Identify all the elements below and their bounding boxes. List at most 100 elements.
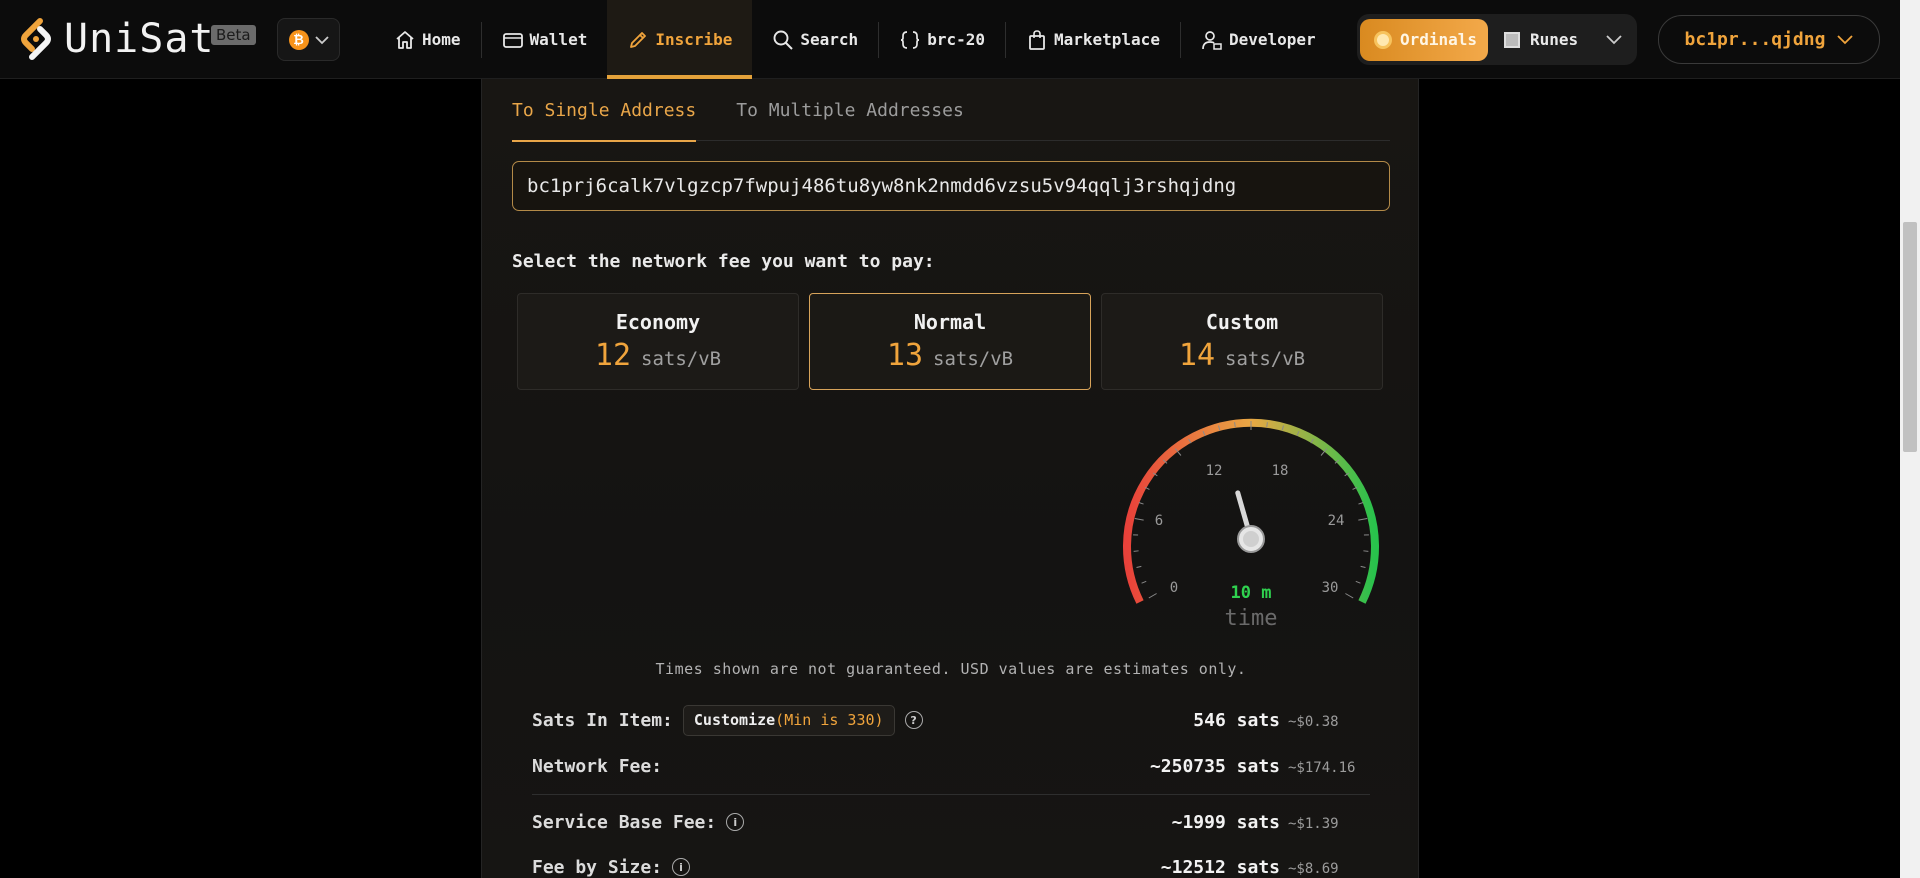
nav-home-label: Home <box>422 30 461 49</box>
fee-option-name: Normal <box>913 310 987 334</box>
nav-home[interactable]: Home <box>374 0 481 79</box>
search-icon <box>773 30 794 50</box>
tab-multiple-addresses[interactable]: To Multiple Addresses <box>736 79 964 141</box>
row-service-base-fee: Service Base Fee: i ~1999 sats ~$1.39 <box>532 805 1370 839</box>
fee-option-normal[interactable]: Normal 13 sats/vB <box>809 293 1091 390</box>
row-sats-in-item: Sats In Item: Customize (Min is 330) ? 5… <box>532 703 1370 737</box>
gauge-time-label: time <box>1225 606 1278 631</box>
runes-toggle-button[interactable]: Runes <box>1504 30 1578 49</box>
row-value: ~250735 sats ~$174.16 <box>1150 756 1370 777</box>
sats-in-item-value: 546 sats <box>1193 709 1280 731</box>
fee-by-size-label: Fee by Size: <box>532 856 663 878</box>
chevron-down-icon[interactable] <box>1606 34 1622 45</box>
gauge-tick-label: 30 <box>1322 580 1339 596</box>
logo-text: UniSat <box>64 16 215 62</box>
gauge-tick <box>1133 550 1139 552</box>
recipient-tabs: To Single Address To Multiple Addresses <box>512 79 1390 142</box>
fee-prompt: Select the network fee you want to pay: <box>512 251 935 272</box>
unisat-logo[interactable]: UniSat <box>18 16 215 62</box>
fee-rate-unit: sats/vB <box>1225 348 1306 370</box>
gauge-hub-inner <box>1243 531 1259 547</box>
fee-rate: 13 sats/vB <box>887 338 1013 373</box>
tab-single-address[interactable]: To Single Address <box>512 79 697 142</box>
info-icon[interactable]: i <box>672 858 691 876</box>
nav-developer[interactable]: Developer <box>1181 0 1336 79</box>
fee-rate-value: 14 <box>1178 338 1216 373</box>
sats-in-item-label: Sats In Item: <box>532 709 673 731</box>
nav-wallet-label: Wallet <box>529 30 588 49</box>
braces-icon <box>901 30 920 49</box>
inscribe-panel: To Single Address To Multiple Addresses … <box>481 79 1419 878</box>
fee-speed-gauge: 0 6 12 18 24 30 10 m time <box>1123 418 1379 631</box>
network-fee-value: ~250735 sats <box>1149 755 1280 777</box>
fee-rate: 14 sats/vB <box>1179 338 1305 373</box>
gauge-time-value: 10 m <box>1231 583 1272 603</box>
page-scrollbar[interactable] <box>1900 0 1920 878</box>
wallet-address-button[interactable]: bc1pr...qjdng <box>1658 15 1880 64</box>
fee-rate-value: 13 <box>886 338 924 373</box>
customize-sats-button[interactable]: Customize (Min is 330) <box>682 704 895 736</box>
gauge-tick-marks <box>1133 421 1369 599</box>
nav-brc20[interactable]: brc-20 <box>879 0 1005 79</box>
gauge-tick-label: 6 <box>1155 513 1163 529</box>
gauge-tick <box>1345 593 1354 599</box>
network-fee-label: Network Fee: <box>532 755 663 777</box>
fee-options: Economy 12 sats/vB Normal 13 sats/vB Cus… <box>517 293 1383 390</box>
fee-option-name: Economy <box>615 310 701 334</box>
chain-selector-button[interactable]: ₿ <box>277 18 340 61</box>
nav-search[interactable]: Search <box>752 0 878 79</box>
info-icon[interactable]: i <box>726 813 745 831</box>
runes-label: Runes <box>1530 30 1579 49</box>
developer-icon <box>1202 30 1222 50</box>
row-network-fee: Network Fee: ~250735 sats ~$174.16 <box>532 749 1370 783</box>
sats-in-item-usd: ~$0.38 <box>1288 713 1339 730</box>
gauge-tick <box>1234 422 1236 428</box>
gauge-tick <box>1358 518 1368 521</box>
nav-developer-label: Developer <box>1228 30 1316 49</box>
nav-search-label: Search <box>800 30 859 49</box>
help-icon[interactable]: ? <box>904 711 923 729</box>
gauge-tick <box>1141 580 1147 584</box>
home-icon <box>396 30 414 49</box>
row-label: Service Base Fee: i <box>532 812 745 833</box>
row-value: 546 sats ~$0.38 <box>1193 710 1370 731</box>
row-value: ~1999 sats ~$1.39 <box>1172 812 1370 833</box>
ordinals-toggle-button[interactable]: Ordinals <box>1360 18 1488 61</box>
top-header: UniSat Beta ₿ Home Wallet Inscribe Searc… <box>0 0 1920 79</box>
gauge-tick <box>1363 550 1369 552</box>
wallet-icon <box>502 32 523 48</box>
gauge-tick-label: 12 <box>1206 463 1223 479</box>
min-sats-label: (Min is 330) <box>775 711 884 729</box>
gauge-tick <box>1355 580 1361 584</box>
chevron-down-icon <box>314 35 329 44</box>
row-fee-by-size: Fee by Size: i ~12512 sats ~$8.69 <box>532 850 1370 878</box>
gauge-tick <box>1134 518 1144 521</box>
fee-option-economy[interactable]: Economy 12 sats/vB <box>517 293 799 390</box>
gauge-tick <box>1358 502 1364 505</box>
pencil-icon <box>630 31 647 48</box>
gauge-tick <box>1136 565 1142 569</box>
gauge-tick-label: 24 <box>1328 513 1345 529</box>
fee-option-custom[interactable]: Custom 14 sats/vB <box>1101 293 1383 390</box>
service-base-fee-usd: ~$1.39 <box>1288 815 1339 832</box>
ordinals-icon <box>1374 30 1392 49</box>
unisat-logo-icon <box>21 18 51 60</box>
nav-inscribe-label: Inscribe <box>655 30 733 49</box>
scrollbar-thumb[interactable] <box>1903 222 1917 452</box>
gauge-tick-label: 18 <box>1272 463 1289 479</box>
nav-wallet[interactable]: Wallet <box>482 0 608 79</box>
row-label: Sats In Item: Customize (Min is 330) ? <box>532 704 923 736</box>
gauge-tick <box>1138 502 1144 505</box>
runes-icon <box>1504 31 1520 48</box>
nav-marketplace[interactable]: Marketplace <box>1006 0 1180 79</box>
disclaimer-text: Times shown are not guaranteed. USD valu… <box>655 660 1247 678</box>
receive-address-input[interactable] <box>512 161 1390 211</box>
network-fee-usd: ~$174.16 <box>1288 759 1356 776</box>
nav-inscribe[interactable]: Inscribe <box>607 0 753 79</box>
fee-rate: 12 sats/vB <box>595 338 721 373</box>
summary-divider <box>532 794 1370 795</box>
nav-marketplace-label: Marketplace <box>1053 30 1160 49</box>
gauge-tick <box>1266 422 1268 428</box>
fee-rate-unit: sats/vB <box>933 348 1014 370</box>
protocol-toggle: Ordinals Runes <box>1357 14 1637 65</box>
